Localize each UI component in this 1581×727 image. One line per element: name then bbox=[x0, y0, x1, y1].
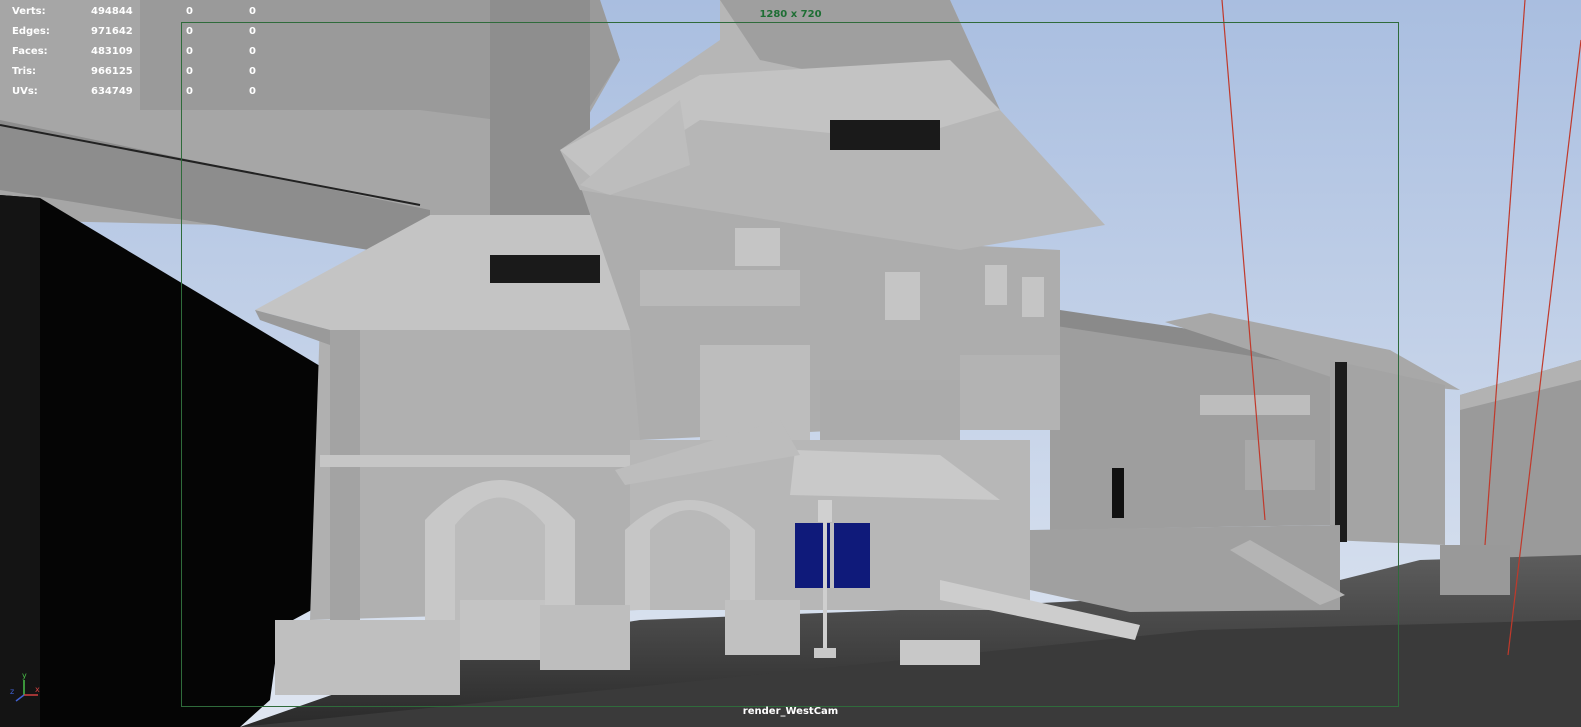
hud-label: Tris: bbox=[12, 66, 37, 77]
resolution-gate bbox=[181, 22, 1399, 707]
hud-selected: 0 bbox=[186, 26, 193, 37]
hud-tri-selected: 0 bbox=[249, 26, 256, 37]
hud-value: 966125 bbox=[91, 66, 133, 77]
camera-name-label: render_WestCam bbox=[742, 706, 839, 717]
hud-value: 634749 bbox=[91, 86, 133, 97]
hud-tri-selected: 0 bbox=[249, 66, 256, 77]
hud-label: Edges: bbox=[12, 26, 50, 37]
hud-tri-selected: 0 bbox=[249, 6, 256, 17]
hud-label: UVs: bbox=[12, 86, 38, 97]
hud-tri-selected: 0 bbox=[249, 46, 256, 57]
distant-building-right bbox=[1460, 360, 1581, 560]
axis-y-label: y bbox=[22, 671, 27, 680]
hud-label: Faces: bbox=[12, 46, 48, 57]
heads-up-display: Verts: 494844 0 0 Edges: 971642 0 0 Face… bbox=[12, 2, 272, 102]
shadow-wall-edge bbox=[0, 195, 40, 727]
maya-viewport[interactable]: 1280 x 720 Verts: 494844 0 0 Edges: 9716… bbox=[0, 0, 1581, 727]
hud-row-tris: Tris: 966125 0 0 bbox=[12, 62, 272, 82]
hud-selected: 0 bbox=[186, 66, 193, 77]
axis-x-label: x bbox=[35, 685, 40, 694]
hud-value: 971642 bbox=[91, 26, 133, 37]
hud-row-uvs: UVs: 634749 0 0 bbox=[12, 82, 272, 102]
axis-gizmo-icon: y x z bbox=[10, 671, 40, 702]
hud-row-edges: Edges: 971642 0 0 bbox=[12, 22, 272, 42]
hud-tri-selected: 0 bbox=[249, 86, 256, 97]
hud-selected: 0 bbox=[186, 86, 193, 97]
hud-label: Verts: bbox=[12, 6, 46, 17]
hud-value: 483109 bbox=[91, 46, 133, 57]
hud-selected: 0 bbox=[186, 6, 193, 17]
hud-row-verts: Verts: 494844 0 0 bbox=[12, 2, 272, 22]
hud-value: 494844 bbox=[91, 6, 133, 17]
hud-selected: 0 bbox=[186, 46, 193, 57]
hud-row-faces: Faces: 483109 0 0 bbox=[12, 42, 272, 62]
axis-z-label: z bbox=[10, 687, 14, 696]
